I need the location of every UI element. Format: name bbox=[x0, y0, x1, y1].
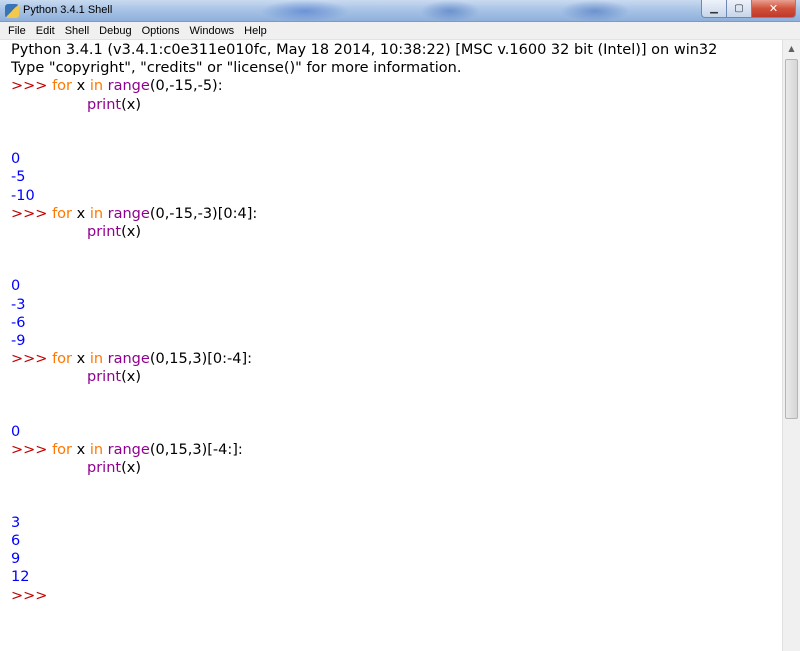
prompt: >>> bbox=[11, 442, 53, 459]
keyword-in: in bbox=[89, 78, 104, 95]
body-line: print(x) bbox=[11, 368, 782, 386]
prompt: >>> bbox=[11, 351, 53, 368]
prompt: >>> bbox=[11, 205, 53, 222]
menu-help[interactable]: Help bbox=[240, 22, 271, 40]
maximize-button[interactable]: ▢ bbox=[727, 0, 752, 18]
scrollbar-thumb[interactable] bbox=[785, 59, 798, 419]
output-line: 6 bbox=[11, 533, 21, 550]
output-line: -6 bbox=[11, 314, 26, 331]
output-line: -5 bbox=[11, 169, 26, 186]
print-args: (x) bbox=[121, 369, 141, 386]
range-args: (0,-15,-3)[0:4]: bbox=[149, 205, 258, 222]
builtin-print: print bbox=[87, 460, 122, 477]
output-line: 3 bbox=[11, 514, 21, 531]
range-args: (0,15,3)[-4:]: bbox=[149, 442, 243, 459]
loop-variable: x bbox=[72, 351, 90, 368]
keyword-in: in bbox=[89, 442, 104, 459]
vertical-scrollbar[interactable]: ▲ bbox=[782, 40, 800, 651]
python-app-icon bbox=[5, 4, 19, 18]
keyword-for: for bbox=[52, 442, 72, 459]
window-controls: ▁ ▢ ✕ bbox=[701, 0, 796, 19]
loop-variable: x bbox=[72, 205, 90, 222]
body-line: print(x) bbox=[11, 459, 782, 477]
title-bar[interactable]: Python 3.4.1 Shell ▁ ▢ ✕ bbox=[0, 0, 800, 22]
builtin-print: print bbox=[87, 223, 122, 240]
command-line: >>> for x in range(0,-15,-5): bbox=[11, 77, 782, 95]
banner-line: Python 3.4.1 (v3.4.1:c0e311e010fc, May 1… bbox=[11, 42, 718, 58]
builtin-range: range bbox=[107, 442, 150, 459]
keyword-for: for bbox=[52, 78, 72, 95]
print-args: (x) bbox=[121, 96, 141, 113]
prompt: >>> bbox=[11, 78, 53, 95]
output-line: 0 bbox=[11, 278, 21, 295]
print-args: (x) bbox=[121, 460, 141, 477]
body-line: print(x) bbox=[11, 223, 782, 241]
builtin-print: print bbox=[87, 369, 122, 386]
menu-bar: File Edit Shell Debug Options Windows He… bbox=[0, 22, 800, 40]
keyword-in: in bbox=[89, 205, 104, 222]
shell-text-area[interactable]: Python 3.4.1 (v3.4.1:c0e311e010fc, May 1… bbox=[0, 40, 782, 651]
builtin-range: range bbox=[107, 78, 150, 95]
command-line: >>> for x in range(0,-15,-3)[0:4]: bbox=[11, 205, 782, 223]
command-line: >>> for x in range(0,15,3)[0:-4]: bbox=[11, 350, 782, 368]
output-line: 9 bbox=[11, 551, 21, 568]
output-line: -3 bbox=[11, 296, 26, 313]
output-line: 0 bbox=[11, 151, 21, 168]
range-args: (0,-15,-5): bbox=[149, 78, 223, 95]
scroll-up-arrow-icon[interactable]: ▲ bbox=[783, 40, 800, 57]
builtin-range: range bbox=[107, 351, 150, 368]
print-args: (x) bbox=[121, 223, 141, 240]
range-args: (0,15,3)[0:-4]: bbox=[149, 351, 253, 368]
loop-variable: x bbox=[72, 78, 90, 95]
loop-variable: x bbox=[72, 442, 90, 459]
builtin-range: range bbox=[107, 205, 150, 222]
keyword-for: for bbox=[52, 205, 72, 222]
final-prompt: >>> bbox=[11, 587, 48, 604]
keyword-for: for bbox=[52, 351, 72, 368]
menu-edit[interactable]: Edit bbox=[32, 22, 59, 40]
output-line: -9 bbox=[11, 333, 26, 349]
output-line: -10 bbox=[11, 187, 35, 204]
close-button[interactable]: ✕ bbox=[752, 0, 796, 18]
minimize-button[interactable]: ▁ bbox=[701, 0, 727, 18]
command-line: >>> for x in range(0,15,3)[-4:]: bbox=[11, 441, 782, 459]
menu-shell[interactable]: Shell bbox=[61, 22, 93, 40]
keyword-in: in bbox=[89, 351, 104, 368]
builtin-print: print bbox=[87, 96, 122, 113]
output-line: 0 bbox=[11, 423, 21, 440]
menu-windows[interactable]: Windows bbox=[186, 22, 239, 40]
menu-file[interactable]: File bbox=[4, 22, 30, 40]
command-line: >>> bbox=[11, 587, 782, 605]
menu-options[interactable]: Options bbox=[138, 22, 184, 40]
body-line: print(x) bbox=[11, 96, 782, 114]
menu-debug[interactable]: Debug bbox=[95, 22, 135, 40]
banner-line: Type "copyright", "credits" or "license(… bbox=[11, 60, 462, 77]
output-line: 12 bbox=[11, 569, 30, 586]
window-title: Python 3.4.1 Shell bbox=[23, 4, 113, 16]
